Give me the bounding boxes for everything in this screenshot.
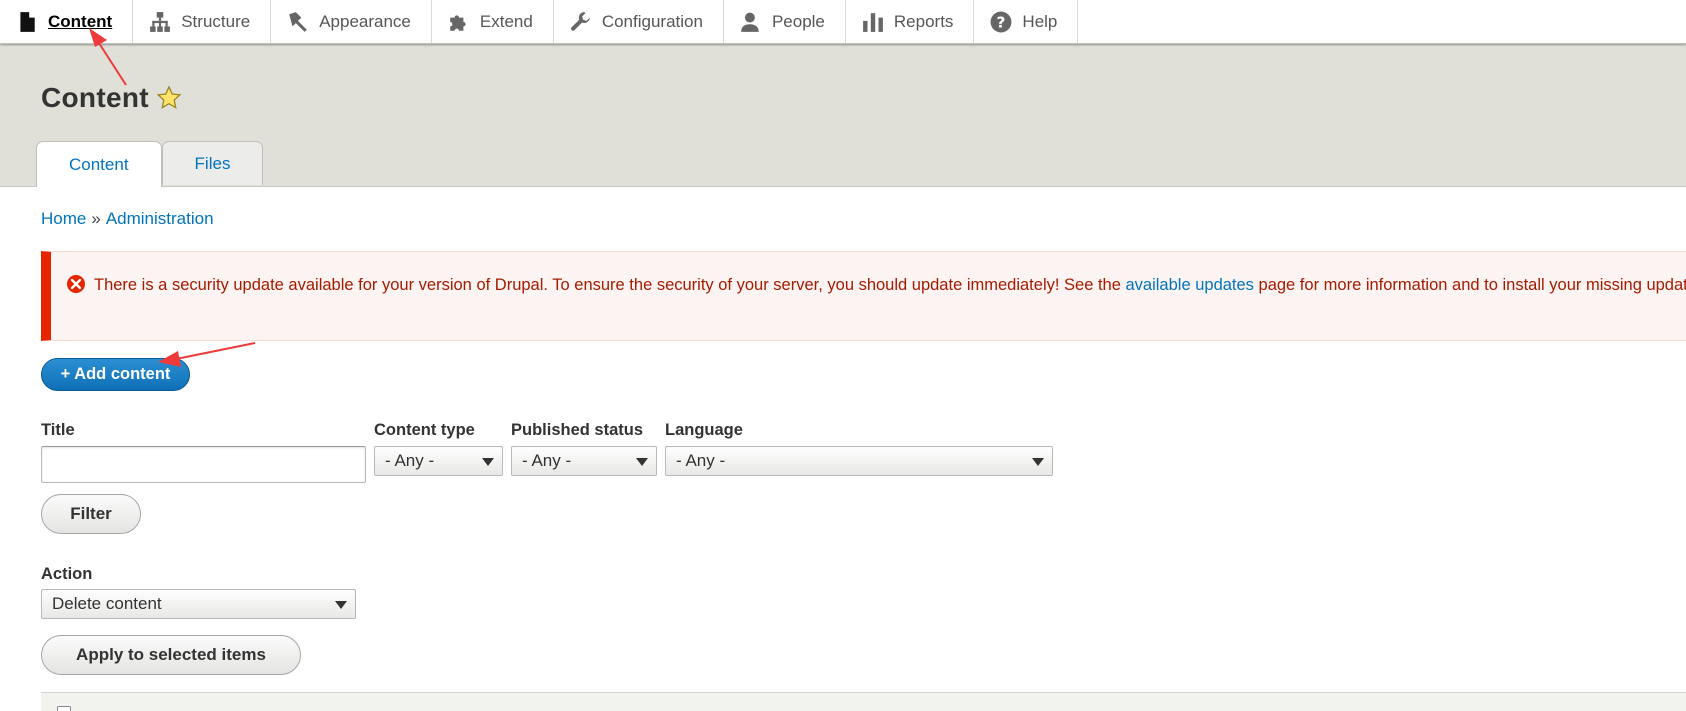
tab-content[interactable]: Content <box>36 141 162 187</box>
sitemap-icon <box>149 11 171 33</box>
language-label: Language <box>665 421 743 439</box>
published-status-select[interactable]: - Any - <box>511 446 657 476</box>
content-type-select[interactable]: - Any - <box>374 446 503 476</box>
message-text-before: There is a security update available for… <box>94 276 1126 294</box>
toolbar-item-label: Structure <box>181 11 251 31</box>
chevron-down-icon <box>482 458 494 466</box>
chevron-down-icon <box>1032 458 1044 466</box>
content-table-header <box>41 692 1686 711</box>
toolbar-item-label: Configuration <box>601 11 703 31</box>
breadcrumb-home-link[interactable]: Home <box>41 209 86 228</box>
language-select[interactable]: - Any - <box>665 446 1053 476</box>
title-filter-input[interactable] <box>41 446 366 483</box>
filter-button[interactable]: Filter <box>41 494 141 534</box>
published-status-label: Published status <box>511 421 644 439</box>
svg-text:?: ? <box>997 13 1006 31</box>
error-message: There is a security update available for… <box>41 251 1686 341</box>
breadcrumb-administration-link[interactable]: Administration <box>106 209 214 228</box>
toolbar-item-label: Appearance <box>319 11 411 31</box>
paint-brush-icon <box>287 11 309 33</box>
toolbar-item-label: Content <box>48 11 113 31</box>
file-icon <box>16 11 38 33</box>
published-status-value: - Any - <box>522 451 572 470</box>
tab-files[interactable]: Files <box>161 141 264 185</box>
title-filter-label: Title <box>41 421 75 439</box>
toolbar-item-appearance[interactable]: Appearance <box>271 0 432 43</box>
apply-to-selected-button[interactable]: Apply to selected items <box>41 635 301 675</box>
people-icon <box>740 11 762 33</box>
toolbar-item-configuration[interactable]: Configuration <box>554 0 724 43</box>
action-select[interactable]: Delete content <box>41 589 356 619</box>
toolbar-item-reports[interactable]: Reports <box>846 0 975 43</box>
chevron-down-icon <box>636 458 648 466</box>
primary-tabs: Content Files <box>36 141 264 187</box>
action-value: Delete content <box>52 594 162 613</box>
content-type-value: - Any - <box>385 451 435 470</box>
toolbar-item-people[interactable]: People <box>724 0 846 43</box>
wrench-icon <box>570 11 592 33</box>
toolbar-item-label: People <box>771 11 825 31</box>
page-header: Content Content Files <box>0 44 1686 187</box>
error-message-text: There is a security update available for… <box>94 273 1686 298</box>
toolbar-item-extend[interactable]: Extend <box>432 0 554 43</box>
star-icon[interactable] <box>156 85 182 111</box>
breadcrumb-separator: » <box>91 209 101 228</box>
toolbar-item-label: Help <box>1022 11 1058 31</box>
breadcrumb: Home » Administration <box>41 209 214 229</box>
toolbar-item-structure[interactable]: Structure <box>133 0 272 43</box>
add-content-button[interactable]: + Add content <box>41 358 190 391</box>
action-label: Action <box>41 565 93 583</box>
language-value: - Any - <box>676 451 726 470</box>
toolbar-item-content[interactable]: Content <box>0 0 134 43</box>
select-all-checkbox[interactable] <box>57 706 71 711</box>
available-updates-link[interactable]: available updates <box>1126 276 1254 294</box>
puzzle-icon <box>448 11 470 33</box>
page-title: Content <box>41 82 149 113</box>
message-text-after: page for more information and to install… <box>1253 276 1686 294</box>
toolbar-item-help[interactable]: ? Help <box>974 0 1079 43</box>
content-type-label: Content type <box>374 421 475 439</box>
chevron-down-icon <box>335 601 347 609</box>
error-icon <box>67 275 85 293</box>
admin-toolbar: Content Structure Appearance Extend Conf… <box>0 0 1686 44</box>
help-icon: ? <box>990 11 1012 33</box>
bar-chart-icon <box>862 11 884 33</box>
toolbar-item-label: Reports <box>893 11 954 31</box>
toolbar-item-label: Extend <box>479 11 533 31</box>
